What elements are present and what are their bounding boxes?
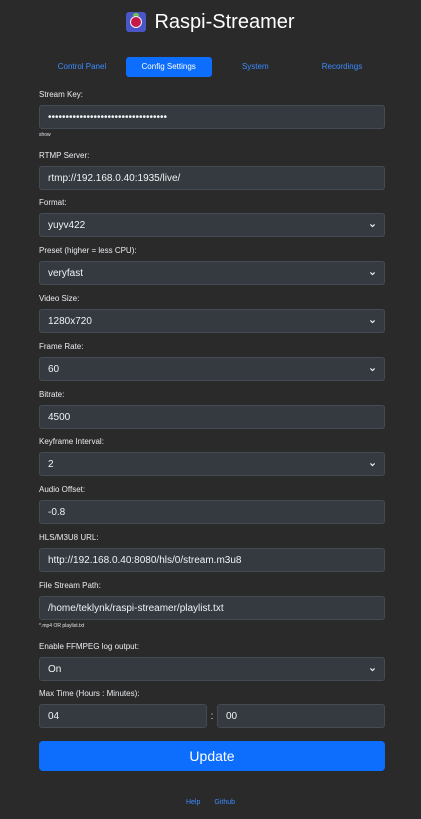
tab-system[interactable]: System	[212, 57, 298, 77]
chevron-down-icon	[370, 367, 375, 371]
ffmpeg-log-select[interactable]: On	[39, 657, 385, 681]
stream-key-label: Stream Key:	[39, 90, 84, 99]
keyframe-interval-value: 2	[48, 458, 54, 470]
max-time-hours-value: 04	[48, 710, 60, 722]
tab-recordings[interactable]: Recordings	[299, 57, 385, 77]
preset-value: veryfast	[48, 267, 84, 279]
audio-offset-value: -0.8	[48, 506, 66, 518]
app-title: Raspi-Streamer	[154, 10, 295, 33]
hls-url-input[interactable]: http://192.168.0.40:8080/hls/0/stream.m3…	[39, 548, 385, 572]
chevron-down-icon	[370, 462, 375, 466]
header: Raspi-Streamer	[0, 8, 421, 36]
hls-url-group: HLS/M3U8 URL: http://192.168.0.40:8080/h…	[39, 533, 385, 572]
max-time-minutes-input[interactable]: 00	[217, 704, 385, 728]
audio-offset-label: Audio Offset:	[39, 485, 86, 494]
show-key-toggle[interactable]: show	[39, 132, 385, 138]
audio-offset-group: Audio Offset: -0.8	[39, 485, 385, 524]
file-stream-path-input[interactable]: /home/teklynk/raspi-streamer/playlist.tx…	[39, 596, 385, 620]
rtmp-server-input[interactable]: rtmp://192.168.0.40:1935/live/	[39, 166, 385, 190]
stream-key-input[interactable]: ••••••••••••••••••••••••••••••••••	[39, 105, 385, 129]
hls-url-label: HLS/M3U8 URL:	[39, 533, 99, 542]
chevron-down-icon	[370, 667, 375, 671]
frame-rate-value: 60	[48, 363, 60, 375]
file-stream-path-value: /home/teklynk/raspi-streamer/playlist.tx…	[48, 602, 224, 614]
video-size-label: Video Size:	[39, 294, 80, 303]
hls-url-value: http://192.168.0.40:8080/hls/0/stream.m3…	[48, 554, 242, 566]
update-button[interactable]: Update	[39, 741, 385, 771]
preset-select[interactable]: veryfast	[39, 261, 385, 285]
frame-rate-label: Frame Rate:	[39, 342, 84, 351]
stream-key-value: ••••••••••••••••••••••••••••••••••	[48, 111, 168, 123]
frame-rate-group: Frame Rate: 60	[39, 342, 385, 381]
max-time-label: Max Time (Hours : Minutes):	[39, 689, 140, 698]
page: Raspi-Streamer Control Panel Config Sett…	[0, 0, 421, 819]
github-link[interactable]: Github	[214, 799, 235, 809]
format-select[interactable]: yuyv422	[39, 213, 385, 237]
video-size-group: Video Size: 1280x720	[39, 294, 385, 333]
keyframe-interval-group: Keyframe Interval: 2	[39, 437, 385, 476]
raspberry-pi-icon	[126, 12, 147, 32]
bitrate-input[interactable]: 4500	[39, 405, 385, 429]
video-size-select[interactable]: 1280x720	[39, 309, 385, 333]
rtmp-server-label: RTMP Server:	[39, 151, 90, 160]
chevron-down-icon	[370, 319, 375, 323]
chevron-down-icon	[370, 271, 375, 275]
footer: Help Github	[0, 799, 421, 809]
video-size-value: 1280x720	[48, 315, 92, 327]
ffmpeg-log-value: On	[48, 663, 62, 675]
max-time-group: Max Time (Hours : Minutes): 04 : 00	[39, 689, 385, 728]
audio-offset-input[interactable]: -0.8	[39, 500, 385, 524]
frame-rate-select[interactable]: 60	[39, 357, 385, 381]
file-stream-path-group: File Stream Path: /home/teklynk/raspi-st…	[39, 581, 385, 629]
ffmpeg-log-group: Enable FFMPEG log output: On	[39, 642, 385, 681]
rtmp-server-group: RTMP Server: rtmp://192.168.0.40:1935/li…	[39, 151, 385, 190]
file-stream-path-hint: *.mp4 OR playlist.txt	[39, 623, 85, 629]
max-time-minutes-value: 00	[226, 710, 238, 722]
tab-config-settings[interactable]: Config Settings	[125, 57, 212, 77]
preset-group: Preset (higher = less CPU): veryfast	[39, 246, 385, 285]
help-link[interactable]: Help	[186, 799, 200, 809]
format-label: Format:	[39, 198, 67, 207]
max-time-row: 04 : 00	[39, 704, 385, 728]
bitrate-group: Bitrate: 4500	[39, 390, 385, 429]
chevron-down-icon	[370, 223, 375, 227]
format-value: yuyv422	[48, 219, 86, 231]
rtmp-server-value: rtmp://192.168.0.40:1935/live/	[48, 172, 181, 184]
file-stream-path-label: File Stream Path:	[39, 581, 101, 590]
tab-bar: Control Panel Config Settings System Rec…	[39, 57, 385, 77]
format-group: Format: yuyv422	[39, 198, 385, 237]
bitrate-value: 4500	[48, 411, 71, 423]
ffmpeg-log-label: Enable FFMPEG log output:	[39, 642, 140, 651]
bitrate-label: Bitrate:	[39, 390, 65, 399]
keyframe-interval-label: Keyframe Interval:	[39, 437, 104, 446]
time-separator: :	[210, 710, 214, 722]
max-time-hours-input[interactable]: 04	[39, 704, 207, 728]
stream-key-group: Stream Key: ••••••••••••••••••••••••••••…	[39, 90, 385, 138]
preset-label: Preset (higher = less CPU):	[39, 246, 137, 255]
keyframe-interval-select[interactable]: 2	[39, 452, 385, 476]
tab-control-panel[interactable]: Control Panel	[39, 57, 125, 77]
